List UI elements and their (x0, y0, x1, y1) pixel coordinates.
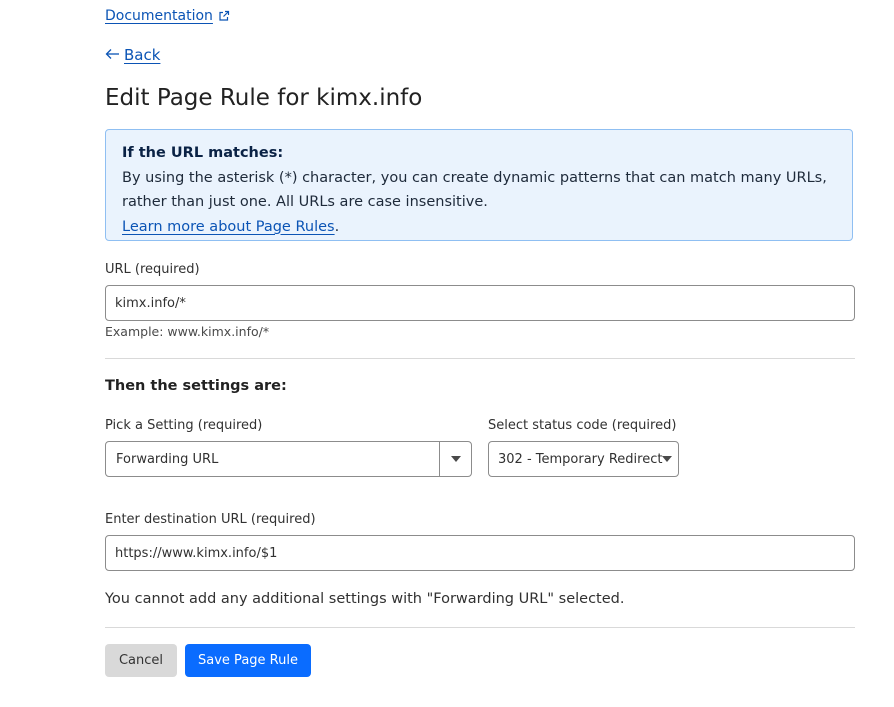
caret-down-icon (450, 456, 461, 462)
url-field-label: URL (required) (105, 262, 200, 277)
back-link-label: Back (124, 46, 161, 64)
status-code-select[interactable]: 302 - Temporary Redirect (488, 441, 679, 477)
info-box-heading: If the URL matches: (122, 145, 284, 161)
caret-down-icon (662, 456, 673, 462)
cancel-button[interactable]: Cancel (105, 644, 177, 677)
forwarding-url-note: You cannot add any additional settings w… (105, 591, 625, 607)
page-rule-editor: Documentation Back Edit Page Rule for ki… (0, 0, 894, 707)
url-match-info-box: If the URL matches: By using the asteris… (105, 129, 853, 241)
info-box-body: By using the asterisk (*) character, you… (122, 166, 836, 240)
save-page-rule-button[interactable]: Save Page Rule (185, 644, 311, 677)
arrow-left-icon (105, 46, 120, 64)
external-link-icon (218, 10, 230, 22)
url-input[interactable] (105, 285, 855, 321)
documentation-link[interactable]: Documentation (105, 8, 230, 24)
info-box-text: By using the asterisk (*) character, you… (122, 169, 827, 211)
page-title: Edit Page Rule for kimx.info (105, 85, 423, 111)
destination-url-label: Enter destination URL (required) (105, 512, 316, 527)
status-code-value: 302 - Temporary Redirect (498, 451, 663, 467)
setting-select[interactable]: Forwarding URL (105, 441, 472, 477)
setting-select-label: Pick a Setting (required) (105, 418, 263, 433)
url-example-text: Example: www.kimx.info/* (105, 324, 270, 339)
section-divider (105, 358, 855, 359)
destination-url-input[interactable] (105, 535, 855, 571)
settings-heading: Then the settings are: (105, 378, 287, 394)
back-link[interactable]: Back (105, 46, 160, 64)
learn-more-page-rules-link[interactable]: Learn more about Page Rules (122, 219, 335, 235)
status-code-label: Select status code (required) (488, 418, 677, 433)
setting-dropdown-toggle[interactable] (440, 456, 471, 462)
footer-divider (105, 627, 855, 628)
info-box-link-suffix: . (334, 218, 340, 235)
documentation-link-label: Documentation (105, 8, 213, 24)
setting-select-value: Forwarding URL (116, 451, 219, 467)
